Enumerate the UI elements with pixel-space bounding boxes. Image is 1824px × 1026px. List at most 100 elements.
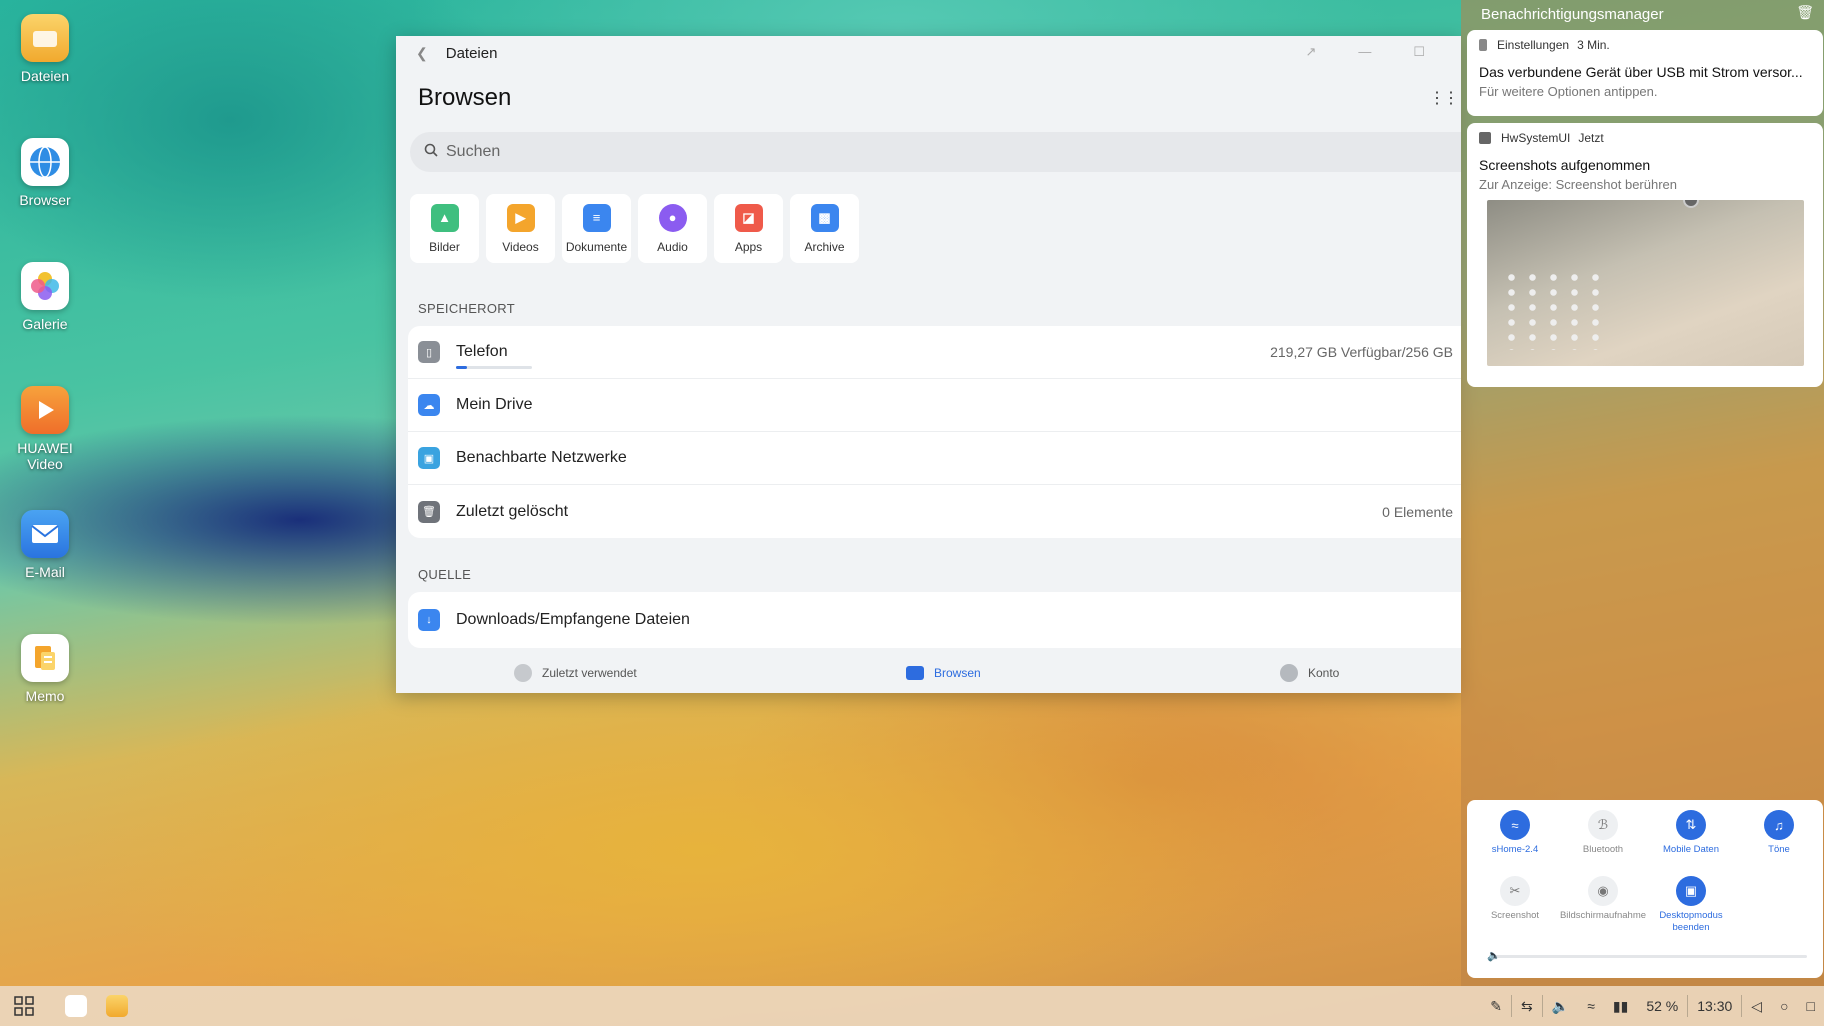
desktop-icon-browser[interactable]: Browser [6,138,84,208]
nav-home-icon[interactable]: ○ [1780,998,1788,1014]
search-input[interactable]: Suchen [410,132,1461,172]
app-drawer-icon[interactable] [14,996,34,1021]
category-documents[interactable]: ≡ Dokumente [562,194,631,263]
globe-icon [21,138,69,186]
tile-wifi[interactable]: ≈ sHome-2.4 [1471,810,1559,856]
storage-item-network[interactable]: ▣ Benachbarte Netzwerke [408,432,1461,485]
cloud-icon: ☁ [418,394,440,416]
window-controls: ↗ — ☐ [1305,44,1425,60]
desktop-icon-email[interactable]: E-Mail [6,510,84,580]
notification-card[interactable]: Einstellungen 3 Min. Das verbundene Gerä… [1467,30,1823,116]
wifi-status-icon[interactable]: ≈ [1587,998,1595,1014]
notification-title: Das verbundene Gerät über USB mit Strom … [1479,64,1803,80]
expand-icon[interactable]: ↗ [1305,44,1316,60]
category-images[interactable]: ▲ Bilder [410,194,479,263]
clear-all-icon[interactable]: 🗑 [1796,4,1814,21]
folder-icon [21,14,69,62]
document-icon: ≡ [582,203,611,232]
folder-icon [906,666,924,680]
connection-icon[interactable]: ⇆ [1521,998,1533,1015]
volume-icon[interactable]: 🔈 [1552,998,1569,1015]
volume-slider[interactable]: 🔈 [1487,950,1807,962]
nav-account[interactable]: Konto [1280,664,1339,682]
storage-item-recently-deleted[interactable]: 🗑 Zuletzt gelöscht 0 Elemente [408,485,1461,538]
storage-section-heading: SPEICHERORT [418,301,515,316]
files-window: ❮ Dateien ↗ — ☐ Browsen ⋮⋮ Suchen ▲ Bild… [396,36,1461,693]
usb-icon [1479,39,1487,51]
network-icon: ▣ [418,447,440,469]
source-item-downloads[interactable]: ↓ Downloads/Empfangene Dateien [408,592,1461,648]
desktop-icon-gallery[interactable]: Galerie [6,262,84,332]
minimize-icon[interactable]: — [1358,44,1371,60]
desktop-icon-files[interactable]: Dateien [6,14,84,84]
more-options-icon[interactable]: ⋮⋮ [1429,88,1459,108]
storage-item-detail: 219,27 GB Verfügbar/256 GB [1270,344,1453,360]
nav-browse[interactable]: Browsen [906,666,981,680]
back-arrow-icon[interactable]: ❮ [416,45,428,62]
desktop-icon-video[interactable]: HUAWEI Video [6,386,84,472]
search-icon [424,143,438,162]
nav-recents-icon[interactable]: □ [1807,998,1815,1014]
notification-panel: Benachrichtigungsmanager 🗑 Einstellungen… [1461,0,1824,986]
screenshot-icon: ✂ [1500,876,1530,906]
tile-desktop-mode[interactable]: ▣ Desktopmodus beenden [1647,876,1735,934]
image-icon: ▲ [430,203,459,232]
tile-sounds[interactable]: ♫ Töne [1735,810,1823,856]
tile-label: Screenshot [1490,910,1540,921]
notification-app-name: Einstellungen [1497,38,1570,52]
window-title: Dateien [445,44,498,62]
notification-time: 3 Min. [1577,38,1610,52]
nav-back-icon[interactable]: ◁ [1751,998,1762,1015]
notification-card-screenshot[interactable]: HwSystemUI Jetzt Screenshots aufgenommen… [1467,123,1823,387]
clock-icon [514,664,532,682]
category-label: Archive [804,239,845,254]
notification-title: Screenshots aufgenommen [1479,157,1651,173]
apps-icon: ◪ [734,203,763,232]
category-apps[interactable]: ◪ Apps [714,194,783,263]
desktop-icon-memo[interactable]: Memo [6,634,84,704]
storage-item-label: Telefon [456,343,508,360]
storage-item-drive[interactable]: ☁ Mein Drive [408,379,1461,432]
desktop-mode-icon: ▣ [1676,876,1706,906]
storage-item-phone[interactable]: ▯ Telefon 219,27 GB Verfügbar/256 GB [408,326,1461,379]
storage-usage-bar [456,366,532,369]
notification-time: Jetzt [1578,131,1604,145]
screenshot-thumbnail[interactable] [1487,200,1804,366]
flower-icon [21,262,69,310]
tile-bluetooth[interactable]: ℬ Bluetooth [1559,810,1647,856]
image-icon [1479,132,1491,144]
archive-icon: ▩ [810,203,839,232]
storage-item-label: Benachbarte Netzwerke [456,449,627,466]
maximize-icon[interactable]: ☐ [1413,44,1425,60]
screen-record-icon: ◉ [1588,876,1618,906]
taskbar-files-icon[interactable] [106,995,128,1017]
bottom-navigation: Zuletzt verwendet Browsen Konto [396,653,1461,693]
tile-mobile-data[interactable]: ⇅ Mobile Daten [1647,810,1735,856]
tile-label: Bildschirmaufnahme [1559,910,1647,921]
category-audio[interactable]: ● Audio [638,194,707,263]
tile-screenshot[interactable]: ✂ Screenshot [1471,876,1559,922]
pen-icon[interactable]: ✎ [1490,998,1502,1015]
nav-recent[interactable]: Zuletzt verwendet [514,664,637,682]
category-archives[interactable]: ▩ Archive [790,194,859,263]
audio-icon: ● [658,203,687,232]
tile-label: sHome-2.4 [1491,844,1539,855]
memo-icon [21,634,69,682]
storage-item-label: Zuletzt gelöscht [456,502,569,520]
nav-label: Browsen [934,666,981,680]
taskbar-gallery-icon[interactable] [65,995,87,1017]
category-videos[interactable]: ▶ Videos [486,194,555,263]
tile-screen-record[interactable]: ◉ Bildschirmaufnahme [1559,876,1647,922]
storage-item-detail: 0 Elemente [1382,503,1453,520]
play-icon [21,386,69,434]
clock: 13:30 [1697,998,1733,1014]
drag-handle[interactable] [1683,200,1699,208]
desktop-icon-label: Galerie [22,316,68,332]
storage-list: ▯ Telefon 219,27 GB Verfügbar/256 GB ☁ M… [408,326,1461,538]
tile-label: Bluetooth [1582,844,1624,855]
mail-icon [21,510,69,558]
category-label: Bilder [429,239,460,254]
wifi-icon: ≈ [1500,810,1530,840]
category-label: Audio [657,239,688,254]
quick-settings: ≈ sHome-2.4 ℬ Bluetooth ⇅ Mobile Daten ♫… [1467,800,1823,978]
